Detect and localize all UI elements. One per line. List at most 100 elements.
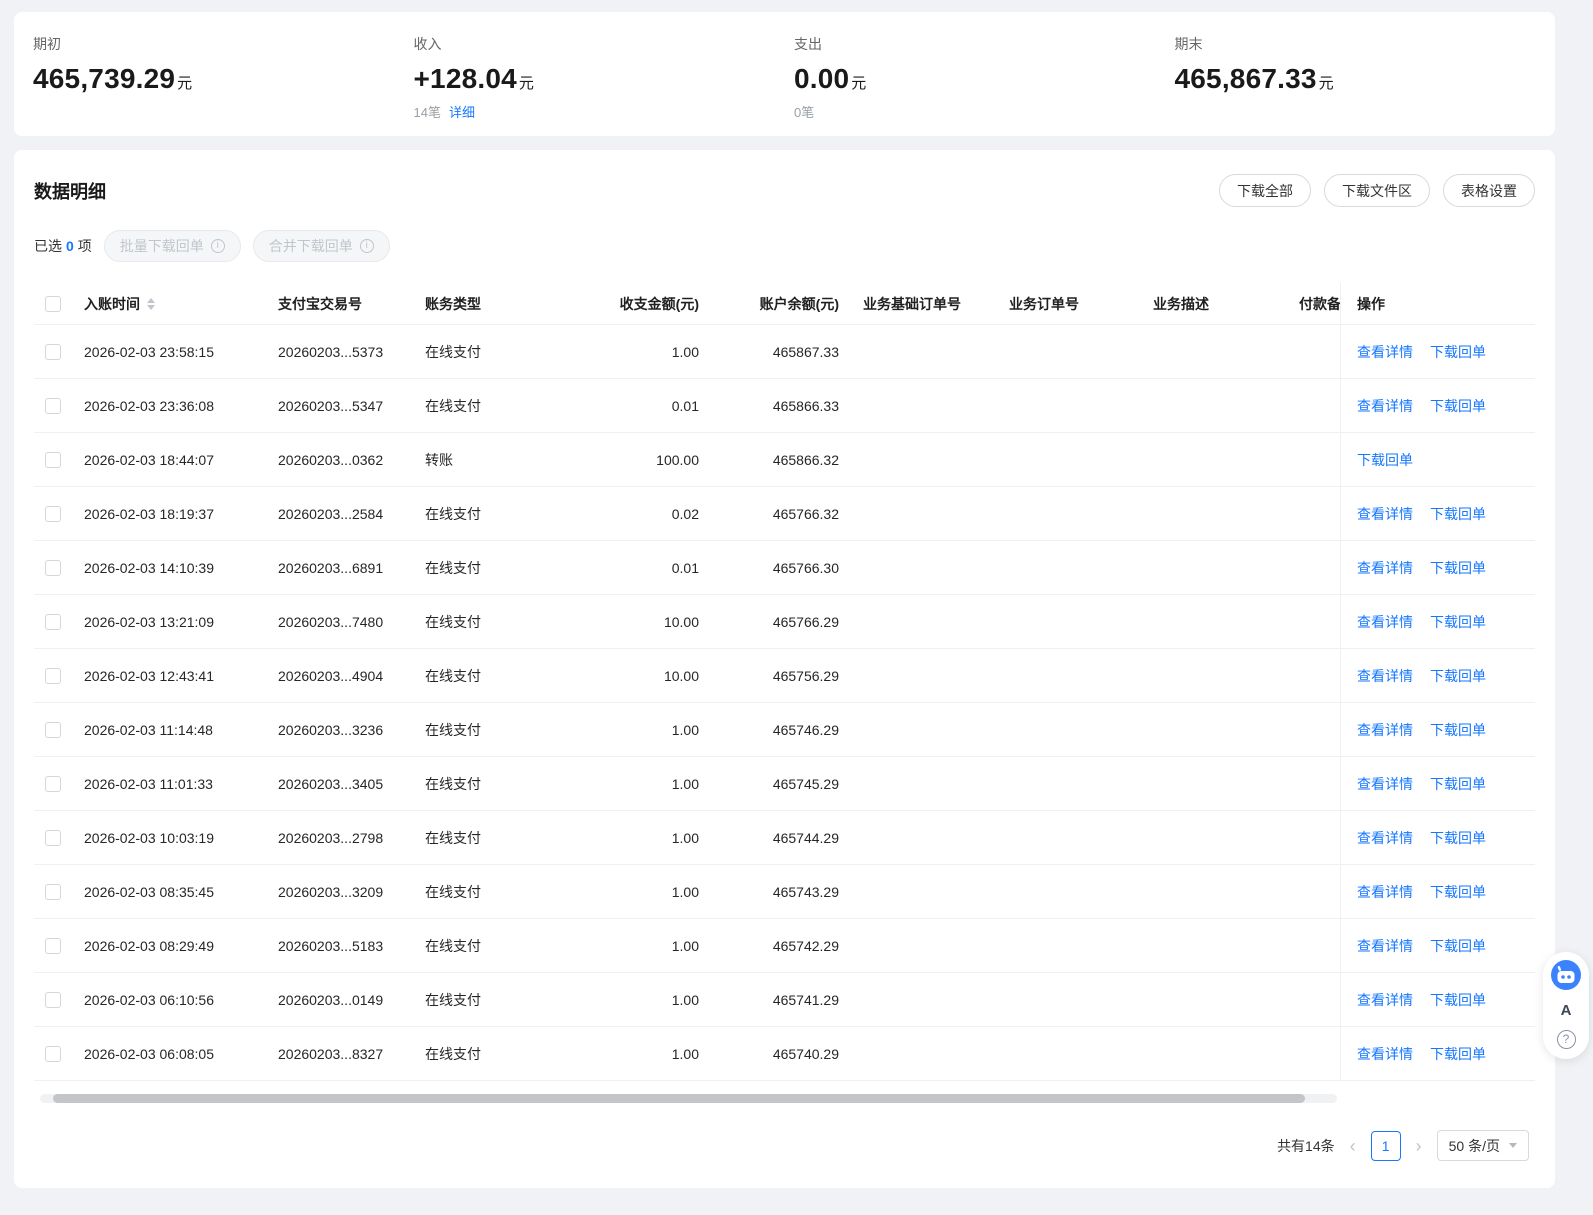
row-actions: 下载回单 — [1340, 433, 1535, 486]
row-action-link[interactable]: 查看详情 — [1357, 882, 1413, 902]
row-actions: 查看详情下载回单 — [1340, 757, 1535, 810]
horizontal-scrollbar-thumb[interactable] — [53, 1094, 1305, 1103]
row-checkbox[interactable] — [45, 344, 61, 360]
row-checkbox-cell — [34, 452, 74, 468]
row-action-link[interactable]: 查看详情 — [1357, 990, 1413, 1010]
row-action-link[interactable]: 下载回单 — [1430, 504, 1486, 524]
row-entry-time: 2026-02-03 11:14:48 — [74, 722, 266, 738]
row-checkbox-cell — [34, 344, 74, 360]
row-checkbox-cell — [34, 1046, 74, 1062]
row-action-link[interactable]: 查看详情 — [1357, 774, 1413, 794]
income-detail-link[interactable]: 详细 — [449, 102, 475, 119]
row-transaction-id: 20260203...3405 — [266, 776, 413, 792]
batch-download-receipts-button[interactable]: 批量下载回单 i — [104, 230, 241, 262]
row-balance: 465743.29 — [711, 884, 851, 900]
row-balance: 465744.29 — [711, 830, 851, 846]
row-action-link[interactable]: 查看详情 — [1357, 612, 1413, 632]
row-action-link[interactable]: 下载回单 — [1430, 396, 1486, 416]
row-checkbox[interactable] — [45, 614, 61, 630]
row-entry-time: 2026-02-03 18:19:37 — [74, 506, 266, 522]
col-header-order-id: 业务订单号 — [997, 294, 1141, 314]
row-action-link[interactable]: 查看详情 — [1357, 666, 1413, 686]
row-amount: 1.00 — [559, 344, 711, 360]
total-count-text: 共有14条 — [1277, 1136, 1335, 1156]
download-file-zone-button[interactable]: 下载文件区 — [1324, 174, 1430, 207]
table-row: 2026-02-03 06:08:0520260203...8327在线支付1.… — [34, 1027, 1535, 1081]
merge-download-receipts-button[interactable]: 合并下载回单 i — [253, 230, 390, 262]
chevron-down-icon — [1509, 1143, 1517, 1148]
currency-unit: 元 — [851, 75, 866, 92]
table-settings-button[interactable]: 表格设置 — [1443, 174, 1535, 207]
prev-page-icon[interactable]: ‹ — [1350, 1137, 1356, 1155]
row-balance: 465866.33 — [711, 398, 851, 414]
row-action-link[interactable]: 查看详情 — [1357, 720, 1413, 740]
sort-icon[interactable] — [147, 298, 155, 310]
row-action-link[interactable]: 下载回单 — [1430, 558, 1486, 578]
row-action-link[interactable]: 下载回单 — [1430, 774, 1486, 794]
row-account-type: 在线支付 — [413, 990, 559, 1010]
row-action-link[interactable]: 查看详情 — [1357, 342, 1413, 362]
table-row: 2026-02-03 08:35:4520260203...3209在线支付1.… — [34, 865, 1535, 919]
horizontal-scrollbar-track[interactable] — [40, 1094, 1337, 1103]
row-action-link[interactable]: 下载回单 — [1430, 342, 1486, 362]
row-action-link[interactable]: 下载回单 — [1430, 882, 1486, 902]
row-checkbox[interactable] — [45, 830, 61, 846]
table-row: 2026-02-03 11:01:3320260203...3405在线支付1.… — [34, 757, 1535, 811]
row-checkbox[interactable] — [45, 1046, 61, 1062]
row-checkbox[interactable] — [45, 398, 61, 414]
row-action-link[interactable]: 查看详情 — [1357, 828, 1413, 848]
row-entry-time: 2026-02-03 06:08:05 — [74, 1046, 266, 1062]
row-action-link[interactable]: 查看详情 — [1357, 558, 1413, 578]
assistant-robot-icon[interactable] — [1550, 959, 1582, 991]
col-header-base-order-id: 业务基础订单号 — [851, 294, 997, 314]
income-count: 14笔 — [414, 102, 441, 119]
row-entry-time: 2026-02-03 11:01:33 — [74, 776, 266, 792]
row-action-link[interactable]: 查看详情 — [1357, 936, 1413, 956]
row-action-link[interactable]: 下载回单 — [1430, 1044, 1486, 1064]
row-amount: 1.00 — [559, 830, 711, 846]
data-detail-panel: 数据明细 下载全部 下载文件区 表格设置 已选0项 批量下载回单 i 合并下载回… — [14, 150, 1555, 1188]
expense-count: 0笔 — [794, 102, 814, 119]
row-checkbox-cell — [34, 938, 74, 954]
row-actions: 查看详情下载回单 — [1340, 703, 1535, 756]
row-action-link[interactable]: 下载回单 — [1430, 828, 1486, 848]
table-body: 2026-02-03 23:58:1520260203...5373在线支付1.… — [34, 325, 1535, 1081]
row-action-link[interactable]: 查看详情 — [1357, 504, 1413, 524]
row-checkbox[interactable] — [45, 668, 61, 684]
row-checkbox[interactable] — [45, 722, 61, 738]
page-number-button[interactable]: 1 — [1371, 1131, 1401, 1161]
row-checkbox-cell — [34, 722, 74, 738]
download-all-button[interactable]: 下载全部 — [1219, 174, 1311, 207]
row-action-link[interactable]: 下载回单 — [1357, 450, 1413, 470]
row-action-link[interactable]: 下载回单 — [1430, 666, 1486, 686]
row-checkbox[interactable] — [45, 992, 61, 1008]
row-checkbox[interactable] — [45, 884, 61, 900]
row-checkbox[interactable] — [45, 506, 61, 522]
row-transaction-id: 20260203...4904 — [266, 668, 413, 684]
row-account-type: 在线支付 — [413, 558, 559, 578]
row-action-link[interactable]: 下载回单 — [1430, 720, 1486, 740]
row-action-link[interactable]: 下载回单 — [1430, 612, 1486, 632]
row-checkbox[interactable] — [45, 776, 61, 792]
select-all-checkbox[interactable] — [45, 296, 61, 312]
row-actions: 查看详情下载回单 — [1340, 973, 1535, 1026]
summary-label: 期初 — [33, 34, 404, 54]
row-action-link[interactable]: 查看详情 — [1357, 1044, 1413, 1064]
row-account-type: 在线支付 — [413, 666, 559, 686]
row-actions: 查看详情下载回单 — [1340, 919, 1535, 972]
row-amount: 1.00 — [559, 884, 711, 900]
info-icon: i — [360, 239, 374, 253]
row-checkbox[interactable] — [45, 938, 61, 954]
col-header-entry-time: 入账时间 — [74, 294, 266, 314]
row-transaction-id: 20260203...8327 — [266, 1046, 413, 1062]
row-checkbox[interactable] — [45, 560, 61, 576]
table-row: 2026-02-03 12:43:4120260203...4904在线支付10… — [34, 649, 1535, 703]
help-icon[interactable]: ? — [1557, 1030, 1576, 1049]
row-checkbox[interactable] — [45, 452, 61, 468]
row-action-link[interactable]: 下载回单 — [1430, 936, 1486, 956]
assistant-a-icon[interactable]: A — [1561, 1002, 1572, 1019]
page-size-select[interactable]: 50 条/页 — [1437, 1130, 1529, 1161]
row-action-link[interactable]: 查看详情 — [1357, 396, 1413, 416]
row-action-link[interactable]: 下载回单 — [1430, 990, 1486, 1010]
next-page-icon[interactable]: › — [1416, 1137, 1422, 1155]
